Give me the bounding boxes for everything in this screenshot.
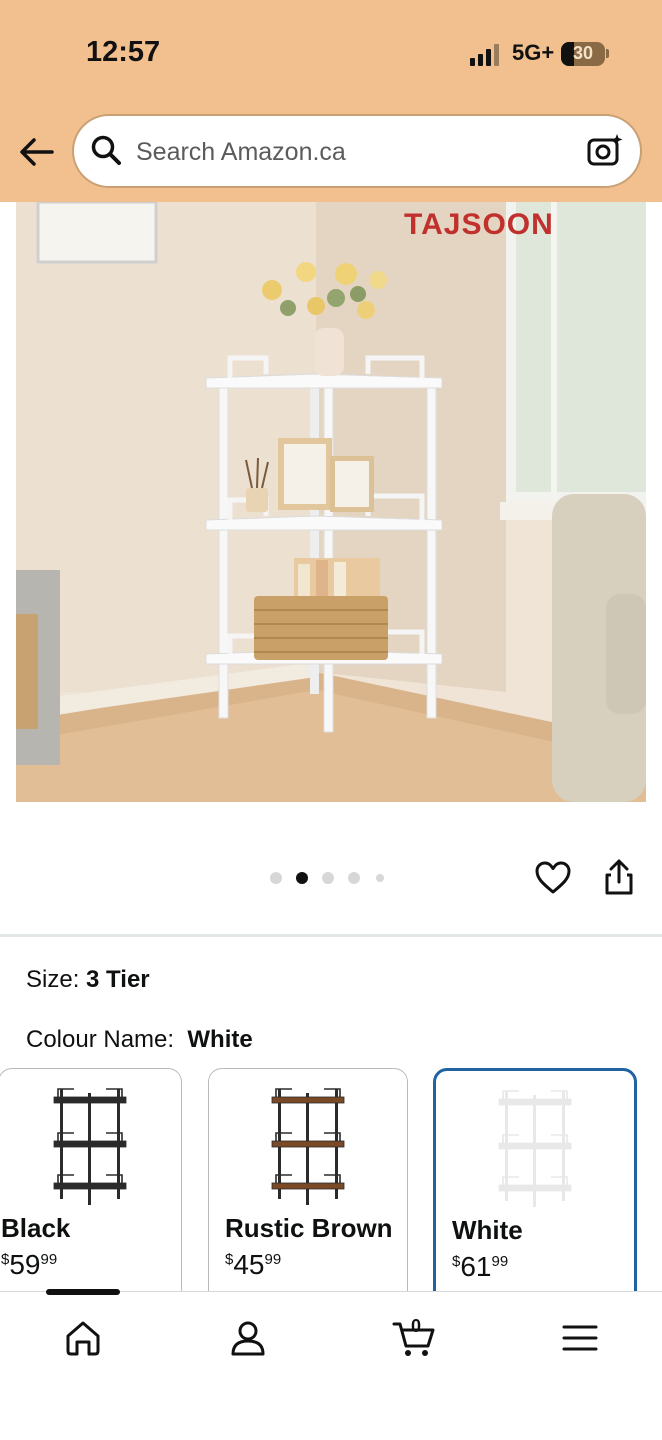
swatch-price: $5999 [1, 1249, 58, 1280]
size-selector-label: Size: 3 Tier [26, 966, 150, 994]
camera-search-icon[interactable] [586, 132, 624, 168]
swatch-rustic-brown[interactable]: Rustic Brown $4599 [208, 1068, 408, 1328]
colour-value: White [187, 1026, 253, 1053]
bottom-nav [0, 1289, 662, 1440]
carousel-dot[interactable] [270, 872, 282, 884]
status-time: 12:57 [86, 36, 161, 68]
swatch-image [53, 1088, 127, 1205]
carousel-dots[interactable] [270, 870, 400, 886]
swatch-name: Black [1, 1213, 71, 1243]
search-icon [91, 135, 121, 165]
header: 12:57 5G+ 30 Search Amazon.ca [0, 0, 662, 202]
swatch-name: Rustic Brown [225, 1213, 393, 1243]
brand-logo: TAJSOON [404, 208, 554, 241]
cart-count: 0 [411, 1316, 422, 1336]
battery-cap [606, 49, 609, 58]
carousel-dot[interactable] [322, 872, 334, 884]
carousel-dot[interactable] [376, 874, 384, 882]
back-arrow-icon[interactable] [18, 134, 56, 170]
swatch-white[interactable]: White $6199 [433, 1068, 637, 1328]
product-photo [16, 202, 646, 802]
swatch-name: White [452, 1215, 523, 1245]
home-icon[interactable] [63, 1318, 103, 1358]
account-icon[interactable] [228, 1318, 268, 1358]
network-label: 5G+ [512, 40, 555, 65]
nav-active-indicator [46, 1289, 120, 1295]
status-bar: 12:57 5G+ 30 [0, 0, 662, 108]
product-image[interactable]: TAJSOON [16, 202, 646, 802]
heart-icon[interactable] [534, 860, 572, 896]
section-divider [0, 934, 662, 937]
search-input[interactable]: Search Amazon.ca [74, 116, 640, 186]
colour-label: Colour Name: [26, 1026, 175, 1053]
carousel-dot[interactable] [296, 872, 308, 884]
size-value: 3 Tier [86, 966, 150, 993]
battery-icon: 30 [561, 42, 605, 66]
swatch-image [498, 1090, 572, 1207]
menu-icon[interactable] [560, 1318, 600, 1358]
battery-level: 30 [572, 43, 594, 63]
colour-selector-label: Colour Name: White [26, 1026, 253, 1054]
swatch-image [271, 1088, 345, 1205]
swatch-price: $6199 [452, 1251, 509, 1282]
carousel-dot[interactable] [348, 872, 360, 884]
size-label: Size: [26, 966, 80, 993]
share-icon[interactable] [602, 858, 636, 896]
signal-icon [470, 44, 499, 66]
swatch-price: $4599 [225, 1249, 282, 1280]
search-placeholder: Search Amazon.ca [136, 138, 346, 166]
